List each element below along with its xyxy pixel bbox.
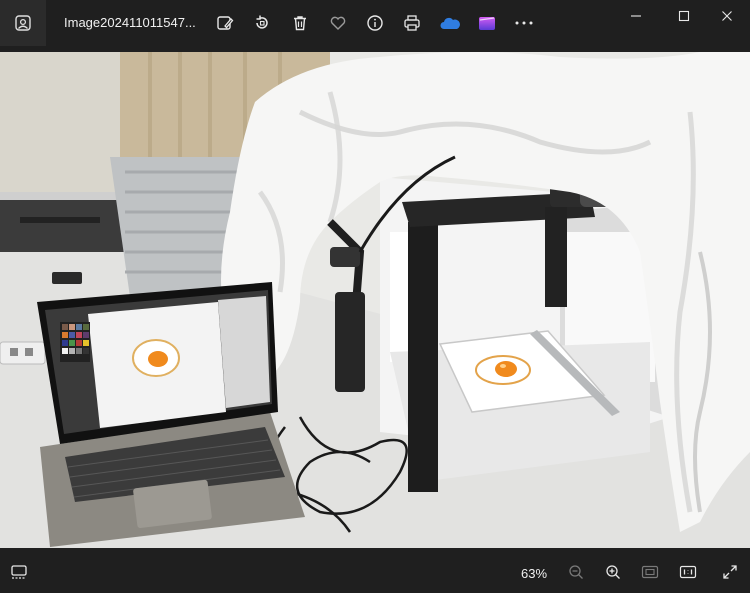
filmstrip-icon[interactable]: [8, 561, 30, 583]
onedrive-icon[interactable]: [438, 11, 462, 35]
zoom-out-icon[interactable]: [565, 561, 587, 583]
zoom-level: 63%: [521, 566, 548, 581]
window-title: Image202411011547...: [64, 15, 196, 30]
full-screen-icon[interactable]: [719, 561, 741, 583]
photo-image: [0, 52, 750, 548]
edit-image-icon[interactable]: [213, 11, 237, 35]
print-icon[interactable]: [400, 11, 424, 35]
rotate-icon[interactable]: [250, 11, 274, 35]
fit-to-window-icon[interactable]: [639, 561, 661, 583]
status-bar: 63%: [0, 550, 750, 593]
maximize-icon[interactable]: [669, 4, 699, 28]
photos-app-icon[interactable]: [0, 0, 46, 46]
more-icon[interactable]: [512, 11, 536, 35]
zoom-in-icon[interactable]: [602, 561, 624, 583]
title-bar: Image202411011547...: [0, 0, 750, 50]
minimize-icon[interactable]: [621, 4, 651, 28]
close-icon[interactable]: [712, 4, 742, 28]
info-icon[interactable]: [363, 11, 387, 35]
clipchamp-icon[interactable]: [475, 11, 499, 35]
actual-size-icon[interactable]: [677, 561, 699, 583]
favorite-icon[interactable]: [326, 11, 350, 35]
photo-canvas[interactable]: [0, 52, 750, 548]
delete-icon[interactable]: [288, 11, 312, 35]
